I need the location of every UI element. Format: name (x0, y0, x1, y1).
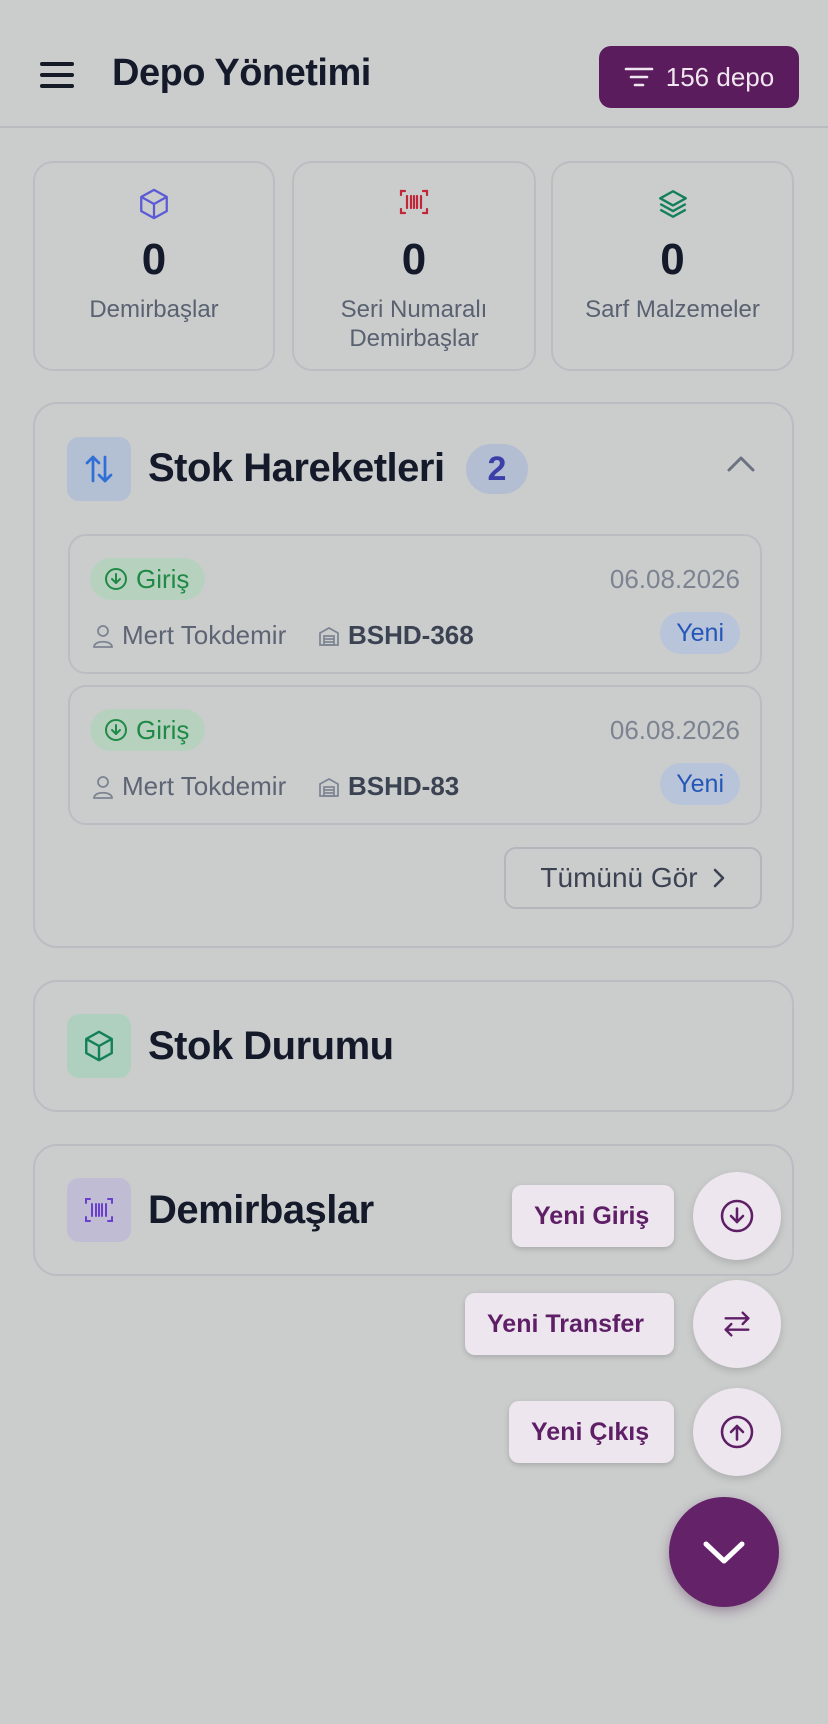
chevron-right-icon (713, 868, 724, 888)
user-icon (93, 624, 113, 648)
new-entry-button[interactable] (693, 1172, 781, 1260)
movement-user: Mert Tokdemir (92, 771, 286, 802)
swap-vertical-icon (67, 437, 131, 501)
new-exit-label-button[interactable]: Yeni Çıkış (509, 1401, 674, 1463)
warehouse-icon (319, 626, 339, 646)
see-all-label: Tümünü Gör (540, 862, 698, 893)
stock-movements-panel: Stok Hareketleri 2 Giriş 06.08.2026 Mert… (33, 402, 794, 948)
chevron-down-icon (703, 1541, 745, 1564)
barcode-icon (397, 187, 431, 222)
arrow-up-circle-icon (720, 1415, 754, 1449)
movement-user-name: Mert Tokdemir (122, 771, 287, 801)
new-transfer-button[interactable] (693, 1280, 781, 1368)
new-entry-label-button[interactable]: Yeni Giriş (512, 1185, 674, 1247)
stat-value: 0 (660, 235, 685, 284)
see-all-button[interactable]: Tümünü Gör (504, 847, 762, 909)
app-header: Depo Yönetimi 156 depo (0, 0, 828, 128)
arrow-down-circle-icon (720, 1199, 754, 1233)
fixed-assets-title: Demirbaşlar (148, 1188, 374, 1232)
new-exit-button[interactable] (693, 1388, 781, 1476)
movement-document: BSHD-83 (318, 771, 459, 802)
stat-card-fixed-assets[interactable]: 0 Demirbaşlar (33, 161, 275, 371)
entry-type-badge: Giriş (90, 709, 206, 751)
depo-filter-button[interactable]: 156 depo (599, 46, 799, 108)
stat-card-consumables[interactable]: 0 Sarf Malzemeler (551, 161, 794, 371)
cube-icon (67, 1014, 131, 1078)
movement-doc-number: BSHD-83 (348, 771, 460, 801)
depo-count-label: 156 depo (665, 61, 775, 92)
stock-status-panel[interactable]: Stok Durumu (33, 980, 794, 1112)
arrow-down-circle-icon (105, 719, 127, 741)
status-badge: Yeni (660, 763, 740, 805)
menu-icon[interactable] (40, 62, 76, 90)
movement-user: Mert Tokdemir (92, 620, 286, 651)
movement-document: BSHD-368 (318, 620, 474, 651)
status-badge: Yeni (660, 612, 740, 654)
stock-status-title: Stok Durumu (148, 1024, 394, 1068)
stat-label: Demirbaşlar (89, 296, 219, 323)
entry-type-label: Giriş (136, 714, 190, 745)
movement-count-badge: 2 (466, 444, 528, 494)
cube-icon (137, 187, 171, 226)
layers-icon (656, 187, 690, 226)
movement-date: 06.08.2026 (609, 564, 740, 594)
movement-user-name: Mert Tokdemir (122, 620, 287, 650)
stat-card-serial-assets[interactable]: 0 Seri Numaralı Demirbaşlar (292, 161, 536, 371)
stock-movements-title: Stok Hareketleri (148, 446, 445, 490)
entry-type-label: Giriş (136, 563, 190, 594)
stat-label: Sarf Malzemeler (585, 296, 760, 323)
movement-item[interactable]: Giriş 06.08.2026 Mert Tokdemir BSHD-83 Y… (68, 685, 762, 825)
stat-label: Seri Numaralı Demirbaşlar (340, 296, 488, 352)
new-transfer-label-button[interactable]: Yeni Transfer (465, 1293, 674, 1355)
entry-type-badge: Giriş (90, 558, 206, 600)
movement-date: 06.08.2026 (609, 715, 740, 745)
page-title: Depo Yönetimi (112, 52, 371, 94)
chevron-up-icon[interactable] (725, 452, 757, 479)
fab-toggle-button[interactable] (669, 1497, 779, 1607)
filter-icon (624, 67, 654, 87)
movement-item[interactable]: Giriş 06.08.2026 Mert Tokdemir BSHD-368 … (68, 534, 762, 674)
arrow-down-circle-icon (105, 568, 127, 590)
barcode-icon (67, 1178, 131, 1242)
stat-value: 0 (141, 235, 167, 284)
stat-value: 0 (401, 235, 427, 284)
user-icon (93, 775, 113, 799)
movement-doc-number: BSHD-368 (348, 620, 474, 650)
warehouse-icon (319, 777, 339, 797)
fixed-assets-panel[interactable]: Demirbaşlar (33, 1144, 794, 1276)
transfer-arrows-icon (724, 1311, 750, 1337)
